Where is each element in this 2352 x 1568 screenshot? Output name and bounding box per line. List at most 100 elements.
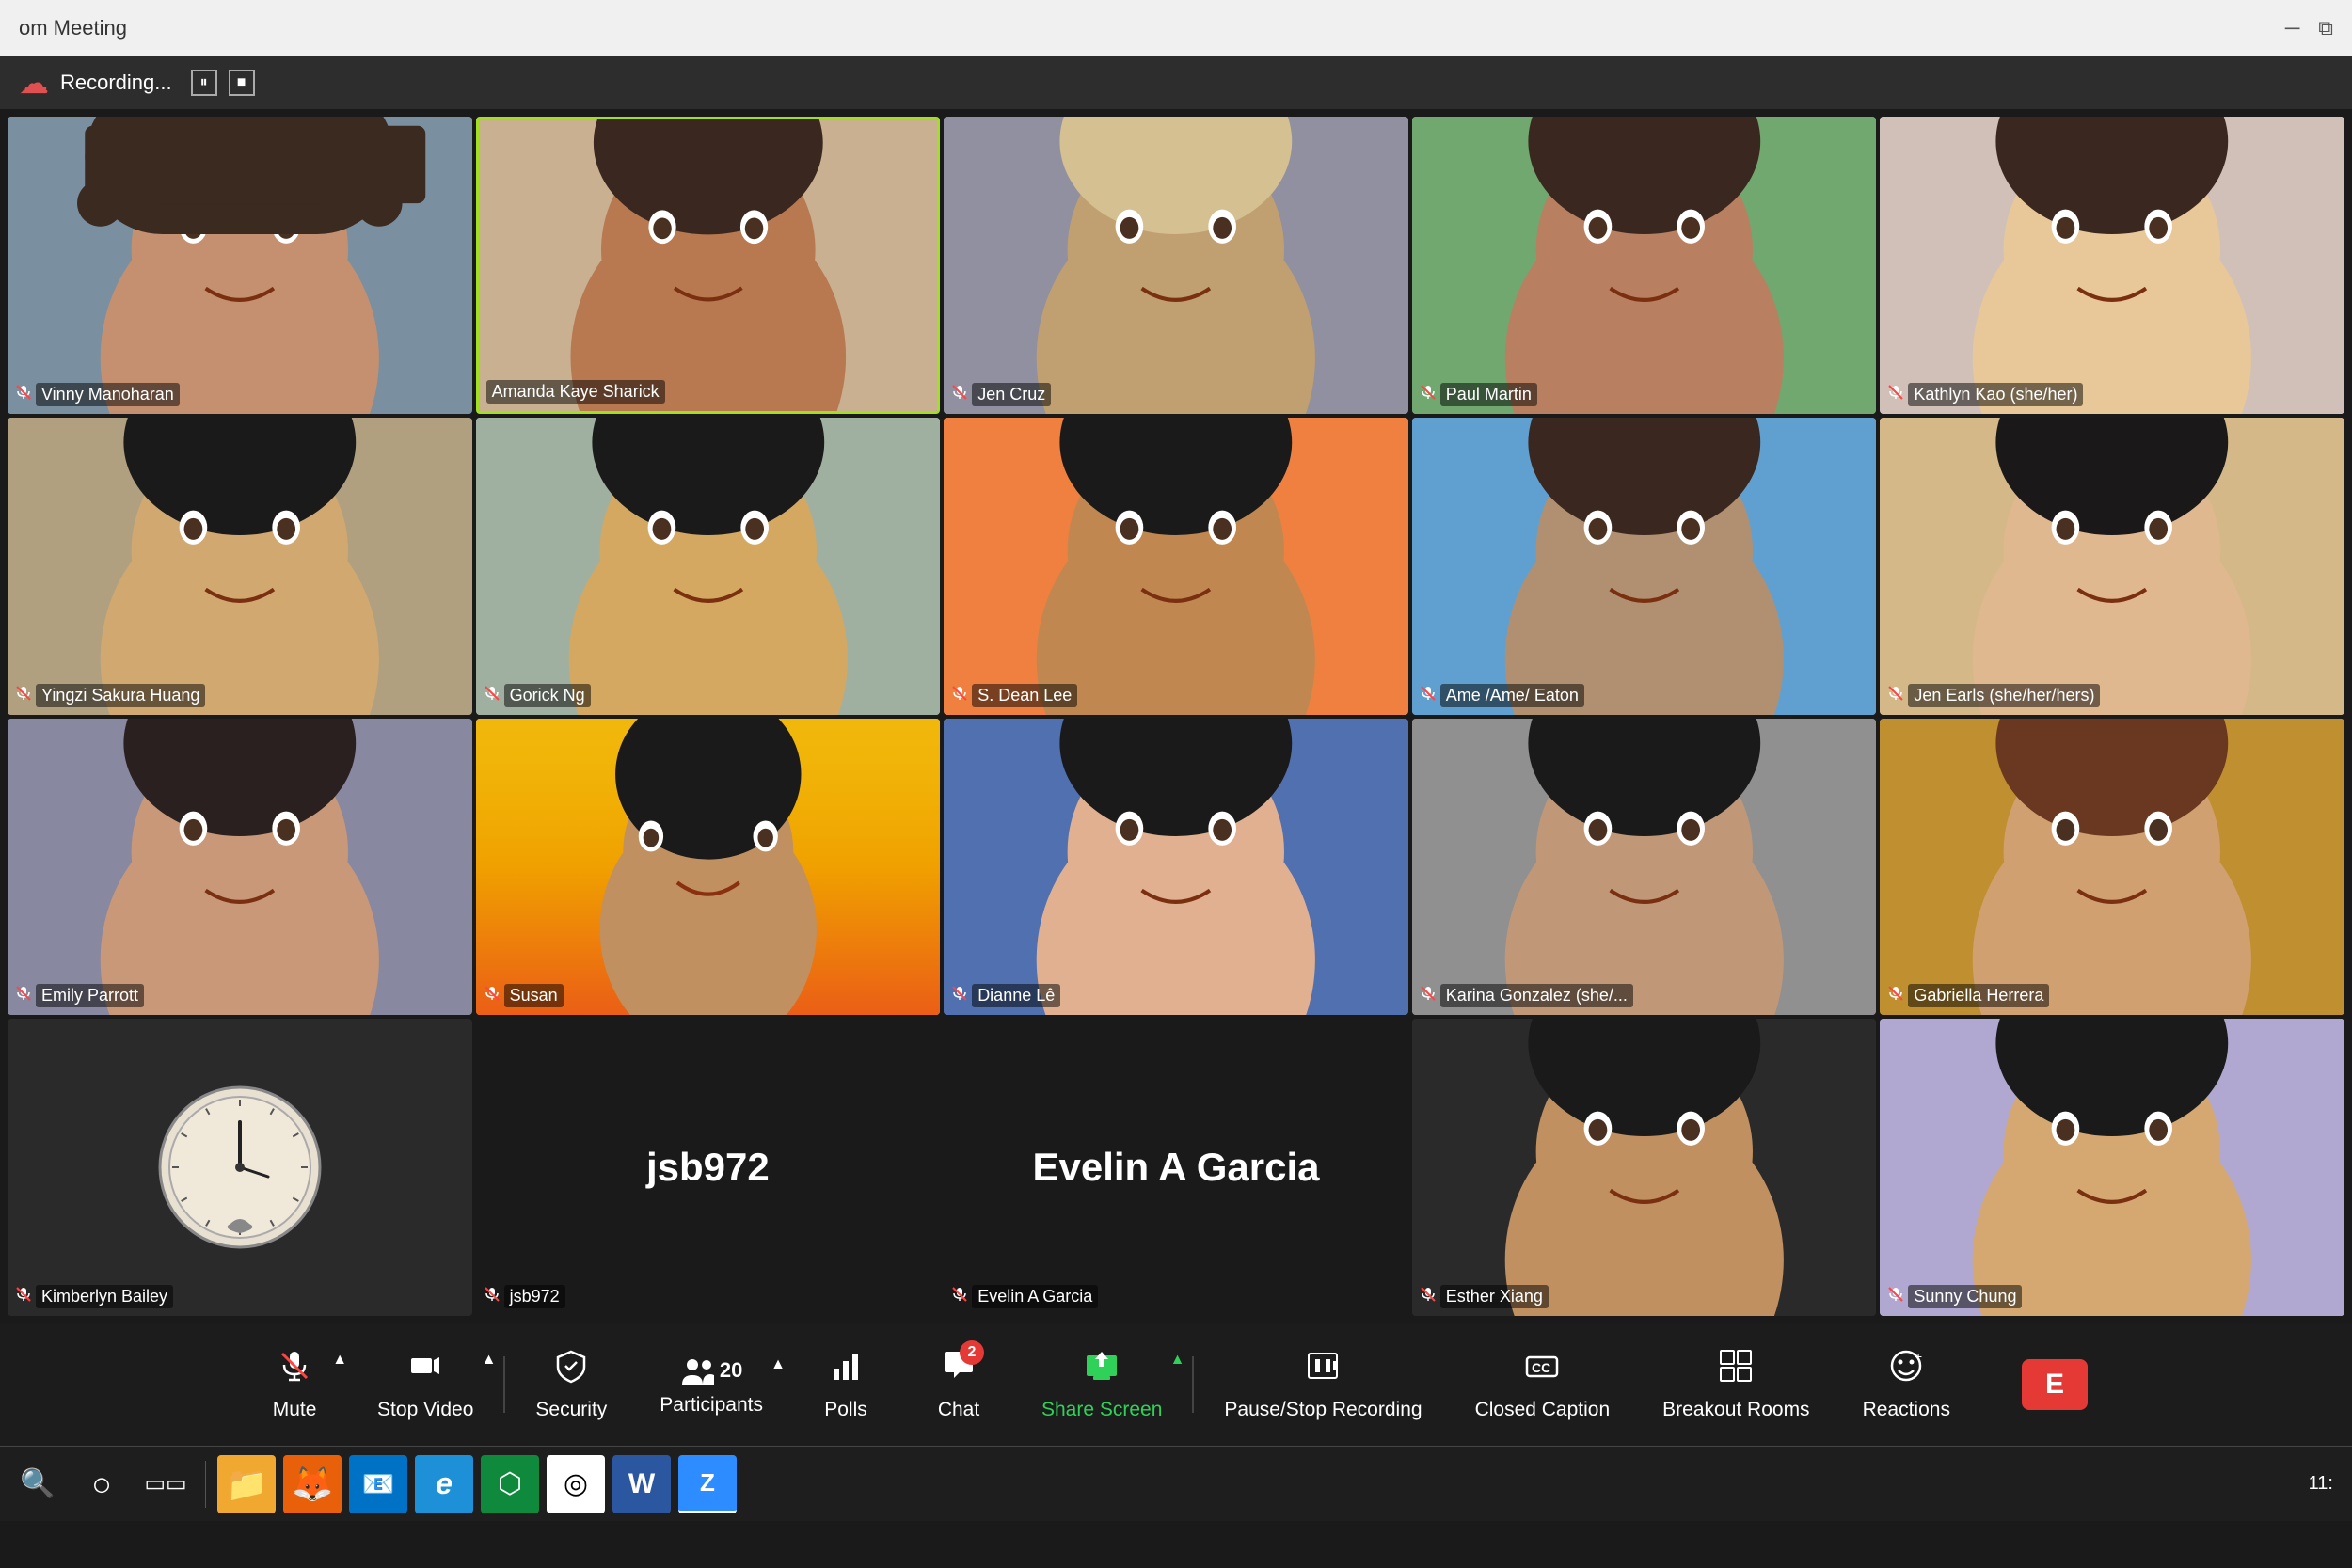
share-screen-label: Share Screen bbox=[1041, 1399, 1162, 1421]
participant-name-sdean: S. Dean Lee bbox=[972, 684, 1077, 707]
search-icon: 🔍 bbox=[20, 1467, 55, 1500]
chrome-icon: ◎ bbox=[564, 1467, 588, 1500]
video-cell-sunny[interactable]: Sunny Chung bbox=[1880, 1019, 2344, 1316]
outlook-icon: 📧 bbox=[362, 1468, 395, 1499]
task-view-icon: ▭▭ bbox=[144, 1470, 186, 1497]
participant-name-tag-susan: Susan bbox=[484, 984, 564, 1007]
muted-icon-ame bbox=[1420, 685, 1437, 706]
edge-icon: ⬡ bbox=[498, 1467, 522, 1500]
video-cell-gabriella[interactable]: Gabriella Herrera bbox=[1880, 719, 2344, 1016]
pause-recording-icon bbox=[1305, 1348, 1341, 1393]
word-app[interactable]: W bbox=[612, 1455, 671, 1513]
participants-button[interactable]: ▲ 20 Participants bbox=[633, 1353, 789, 1417]
zoom-app[interactable]: Z bbox=[678, 1455, 737, 1513]
closed-caption-button[interactable]: CC Closed Caption bbox=[1449, 1348, 1637, 1421]
polls-button[interactable]: Polls bbox=[789, 1348, 902, 1421]
muted-icon-esther bbox=[1420, 1286, 1437, 1307]
participant-name-tag-kathlyn: Kathlyn Kao (she/her) bbox=[1887, 383, 2083, 406]
participant-display-name-jsb: jsb972 bbox=[628, 1145, 788, 1190]
chat-button[interactable]: 2 Chat bbox=[902, 1348, 1015, 1421]
video-cell-vinny[interactable]: Vinny Manoharan bbox=[8, 117, 472, 414]
participant-name-jen: Jen Cruz bbox=[972, 383, 1051, 406]
file-explorer-app[interactable]: 📁 bbox=[217, 1455, 276, 1513]
participant-name-evelin: Evelin A Garcia bbox=[972, 1285, 1098, 1308]
svg-text:+: + bbox=[1915, 1349, 1922, 1364]
edge-app[interactable]: ⬡ bbox=[481, 1455, 539, 1513]
video-cell-kathlyn[interactable]: Kathlyn Kao (she/her) bbox=[1880, 117, 2344, 414]
participant-face-paul bbox=[1412, 117, 1877, 414]
reactions-button[interactable]: + Reactions bbox=[1836, 1348, 1977, 1421]
recording-cloud-icon: ☁ bbox=[19, 65, 49, 101]
cortana-button[interactable]: ○ bbox=[73, 1456, 130, 1513]
mute-caret[interactable]: ▲ bbox=[332, 1352, 347, 1369]
end-meeting-button[interactable]: E bbox=[1995, 1359, 2114, 1410]
time-display: 11: bbox=[2309, 1473, 2333, 1494]
task-view-button[interactable]: ▭▭ bbox=[137, 1456, 194, 1513]
stop-video-caret[interactable]: ▲ bbox=[482, 1352, 497, 1369]
breakout-rooms-button[interactable]: Breakout Rooms bbox=[1636, 1348, 1836, 1421]
security-button[interactable]: Security bbox=[509, 1348, 633, 1421]
video-cell-evelin[interactable]: Evelin A GarciaEvelin A Garcia bbox=[944, 1019, 1408, 1316]
video-cell-emily[interactable]: Emily Parrott bbox=[8, 719, 472, 1016]
participants-icon: 20 bbox=[680, 1353, 742, 1388]
participant-face-dianne bbox=[944, 719, 1408, 1016]
edge-legacy-icon: e bbox=[436, 1466, 453, 1501]
polls-icon bbox=[828, 1348, 864, 1393]
muted-icon-kathlyn bbox=[1887, 384, 1904, 405]
outlook-app[interactable]: 📧 bbox=[349, 1455, 407, 1513]
video-cell-ame[interactable]: Ame /Ame/ Eaton bbox=[1412, 418, 1877, 715]
video-cell-paul[interactable]: Paul Martin bbox=[1412, 117, 1877, 414]
mute-button[interactable]: ▲ Mute bbox=[238, 1348, 351, 1421]
video-cell-kimberly[interactable]: Kimberlyn Bailey bbox=[8, 1019, 472, 1316]
participant-name-yingzi: Yingzi Sakura Huang bbox=[36, 684, 205, 707]
participant-name-amanda: Amanda Kaye Sharick bbox=[486, 380, 665, 404]
participant-face-vinny bbox=[8, 117, 472, 414]
video-cell-esther[interactable]: Esther Xiang bbox=[1412, 1019, 1877, 1316]
muted-icon-jenearls bbox=[1887, 685, 1904, 706]
video-cell-jenearls[interactable]: Jen Earls (she/her/hers) bbox=[1880, 418, 2344, 715]
participants-caret[interactable]: ▲ bbox=[771, 1356, 786, 1373]
share-screen-button[interactable]: ▲ Share Screen bbox=[1015, 1348, 1188, 1421]
video-cell-dianne[interactable]: Dianne Lê bbox=[944, 719, 1408, 1016]
video-cell-gorick[interactable]: Gorick Ng bbox=[476, 418, 941, 715]
participant-name-tag-sdean: S. Dean Lee bbox=[951, 684, 1077, 707]
taskbar-separator bbox=[205, 1461, 206, 1508]
participant-name-kathlyn: Kathlyn Kao (she/her) bbox=[1908, 383, 2083, 406]
title-bar-controls[interactable]: ─ ⧉ bbox=[2285, 16, 2333, 40]
video-cell-amanda[interactable]: Amanda Kaye Sharick bbox=[476, 117, 941, 414]
firefox-app[interactable]: 🦊 bbox=[283, 1455, 342, 1513]
video-cell-jen[interactable]: Jen Cruz bbox=[944, 117, 1408, 414]
participant-name-sunny: Sunny Chung bbox=[1908, 1285, 2022, 1308]
video-cell-jsb[interactable]: jsb972jsb972 bbox=[476, 1019, 941, 1316]
chrome-app[interactable]: ◎ bbox=[547, 1455, 605, 1513]
search-button[interactable]: 🔍 bbox=[9, 1456, 66, 1513]
recording-stop-button[interactable]: ■ bbox=[229, 70, 255, 96]
muted-icon-sdean bbox=[951, 685, 968, 706]
video-cell-sdean[interactable]: S. Dean Lee bbox=[944, 418, 1408, 715]
share-screen-caret[interactable]: ▲ bbox=[1170, 1352, 1185, 1369]
video-cell-susan[interactable]: Susan bbox=[476, 719, 941, 1016]
pause-recording-button[interactable]: Pause/Stop Recording bbox=[1198, 1348, 1448, 1421]
participant-name-tag-yingzi: Yingzi Sakura Huang bbox=[15, 684, 205, 707]
participant-name-tag-evelin: Evelin A Garcia bbox=[951, 1285, 1098, 1308]
video-cell-karina[interactable]: Karina Gonzalez (she/... bbox=[1412, 719, 1877, 1016]
end-button-bg[interactable]: E bbox=[2022, 1359, 2088, 1410]
participant-name-gorick: Gorick Ng bbox=[504, 684, 591, 707]
breakout-rooms-label: Breakout Rooms bbox=[1662, 1399, 1809, 1421]
video-cell-yingzi[interactable]: Yingzi Sakura Huang bbox=[8, 418, 472, 715]
muted-icon-kimberly bbox=[15, 1286, 32, 1307]
stop-video-label: Stop Video bbox=[377, 1399, 473, 1421]
restore-button[interactable]: ⧉ bbox=[2318, 16, 2333, 40]
edge-legacy-app[interactable]: e bbox=[415, 1455, 473, 1513]
stop-video-button[interactable]: ▲ Stop Video bbox=[351, 1348, 500, 1421]
muted-icon-yingzi bbox=[15, 685, 32, 706]
pause-recording-label: Pause/Stop Recording bbox=[1224, 1399, 1422, 1421]
participant-face-karina bbox=[1412, 719, 1877, 1016]
muted-icon-evelin bbox=[951, 1286, 968, 1307]
reactions-icon: + bbox=[1888, 1348, 1924, 1393]
participant-name-emily: Emily Parrott bbox=[36, 984, 144, 1007]
minimize-button[interactable]: ─ bbox=[2285, 16, 2300, 40]
participant-face-ame bbox=[1412, 418, 1877, 715]
recording-pause-button[interactable]: ⏸ bbox=[191, 70, 217, 96]
participant-name-tag-emily: Emily Parrott bbox=[15, 984, 144, 1007]
